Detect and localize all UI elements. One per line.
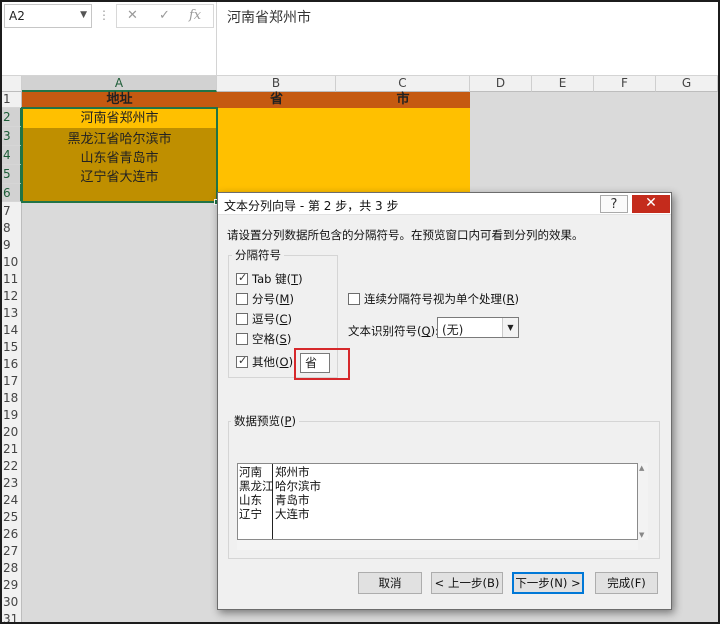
col-header-b[interactable]: B	[217, 76, 336, 92]
row-header-5[interactable]: 5	[2, 165, 22, 184]
preview-cell: 青岛市	[275, 493, 310, 507]
preview-cell: 黑龙江	[239, 479, 274, 493]
excel-window: A2 ▼ ⋮ ✕ ✓ fx 河南省郑州市 A B C D E F G 1 2 3…	[0, 0, 720, 624]
qualifier-select[interactable]: (无) ▼	[437, 317, 519, 338]
preview-cell: 山东	[239, 493, 262, 507]
consecutive-checkbox[interactable]	[348, 293, 360, 305]
comma-label: 逗号	[252, 312, 275, 326]
highlight-box	[294, 348, 350, 380]
scroll-down-icon[interactable]: ▼	[639, 531, 644, 539]
tab-option[interactable]: Tab 键(T)	[236, 271, 303, 287]
other-label: 其他	[252, 355, 275, 369]
preview-vertical-scrollbar[interactable]: ▲ ▼	[638, 463, 648, 540]
help-button[interactable]: ?	[600, 195, 628, 213]
row-header-4[interactable]: 4	[2, 146, 22, 165]
preview-group-label: 数据预览(P)	[231, 413, 299, 429]
row-header-31[interactable]: 31	[2, 610, 22, 622]
preview-horizontal-scrollbar[interactable]	[237, 540, 638, 550]
comma-key: C	[279, 312, 288, 326]
space-option[interactable]: 空格(S)	[236, 331, 291, 347]
formula-bar: A2 ▼ ⋮ ✕ ✓ fx 河南省郑州市	[2, 2, 718, 76]
semicolon-checkbox[interactable]	[236, 293, 248, 305]
cancel-button[interactable]: 取消	[358, 572, 422, 594]
header-cell-address[interactable]: 地址	[22, 92, 217, 108]
back-button[interactable]: < 上一步(B)	[431, 572, 503, 594]
preview-cell: 河南	[239, 465, 262, 479]
semicolon-key: M	[279, 292, 290, 306]
chevron-down-icon[interactable]: ▼	[80, 10, 87, 20]
cancel-icon[interactable]: ✕	[127, 8, 138, 23]
dropdown-arrow-icon[interactable]: ▼	[502, 318, 518, 337]
preview-cell: 哈尔滨市	[275, 479, 321, 493]
dialog-title: 文本分列向导 - 第 2 步，共 3 步	[224, 199, 399, 213]
space-label: 空格	[252, 332, 275, 346]
formula-input[interactable]: 河南省郑州市	[216, 2, 718, 76]
comma-checkbox[interactable]	[236, 313, 248, 325]
next-button[interactable]: 下一步(N) >	[512, 572, 584, 594]
scroll-up-icon[interactable]: ▲	[639, 464, 644, 472]
tab-key: T	[291, 272, 299, 286]
semicolon-label: 分号	[252, 292, 275, 306]
row-header-6[interactable]: 6	[2, 184, 22, 202]
semicolon-option[interactable]: 分号(M)	[236, 291, 294, 307]
consecutive-key: R	[506, 292, 515, 306]
header-cell-city[interactable]: 市	[336, 92, 470, 108]
qualifier-value: (无)	[442, 323, 464, 337]
qualifier-key: Q	[421, 324, 431, 338]
tab-checkbox[interactable]	[236, 271, 248, 285]
preview-cell: 大连市	[275, 507, 310, 521]
delimiters-group-label: 分隔符号	[232, 247, 284, 263]
col-header-f[interactable]: F	[594, 76, 656, 92]
comma-option[interactable]: 逗号(C)	[236, 311, 292, 327]
data-preview[interactable]: 河南 郑州市 黑龙江 哈尔滨市 山东 青岛市 辽宁 大连市	[237, 463, 638, 540]
close-button[interactable]: ✕	[632, 195, 670, 213]
finish-button[interactable]: 完成(F)	[595, 572, 658, 594]
header-cell-province[interactable]: 省	[217, 92, 336, 108]
row-header-2[interactable]: 2	[2, 108, 22, 127]
col-header-g[interactable]: G	[656, 76, 718, 92]
space-key: S	[279, 332, 287, 346]
text-to-columns-dialog: 文本分列向导 - 第 2 步，共 3 步 ? ✕ 请设置分列数据所包含的分隔符号…	[217, 192, 672, 610]
preview-cell: 辽宁	[239, 507, 262, 521]
qualifier-label-row: 文本识别符号(Q):	[348, 324, 439, 338]
other-option[interactable]: 其他(O):	[236, 354, 297, 370]
row-header-3[interactable]: 3	[2, 127, 22, 146]
formula-content: 河南省郑州市	[227, 10, 311, 26]
consecutive-option[interactable]: 连续分隔符号视为单个处理(R)	[348, 291, 519, 307]
formula-actions: ✕ ✓ fx	[116, 4, 214, 28]
enter-icon[interactable]: ✓	[159, 8, 170, 23]
fx-icon[interactable]: fx	[189, 8, 201, 23]
col-header-e[interactable]: E	[532, 76, 594, 92]
tab-label: Tab 键	[252, 272, 287, 286]
output-range-fill	[217, 108, 470, 202]
other-key: O	[279, 355, 289, 369]
other-checkbox[interactable]	[236, 354, 248, 368]
tab-key-close: )	[298, 272, 303, 286]
col-header-d[interactable]: D	[470, 76, 532, 92]
dialog-instruction: 请设置分列数据所包含的分隔符号。在预览窗口内可看到分列的效果。	[227, 228, 584, 242]
name-box-value: A2	[9, 9, 25, 23]
select-all-corner[interactable]	[2, 76, 22, 92]
consecutive-label: 连续分隔符号视为单个处理	[364, 292, 502, 306]
qualifier-label: 文本识别符号	[348, 324, 417, 338]
col-header-a[interactable]: A	[22, 76, 217, 92]
dialog-titlebar[interactable]: 文本分列向导 - 第 2 步，共 3 步 ? ✕	[218, 193, 671, 215]
preview-cell: 郑州市	[275, 465, 310, 479]
selection-border	[21, 107, 218, 203]
row-header-1[interactable]: 1	[2, 92, 22, 108]
col-header-c[interactable]: C	[336, 76, 470, 92]
space-checkbox[interactable]	[236, 333, 248, 345]
name-box[interactable]: A2 ▼	[4, 4, 92, 28]
more-options-icon: ⋮	[98, 8, 110, 22]
